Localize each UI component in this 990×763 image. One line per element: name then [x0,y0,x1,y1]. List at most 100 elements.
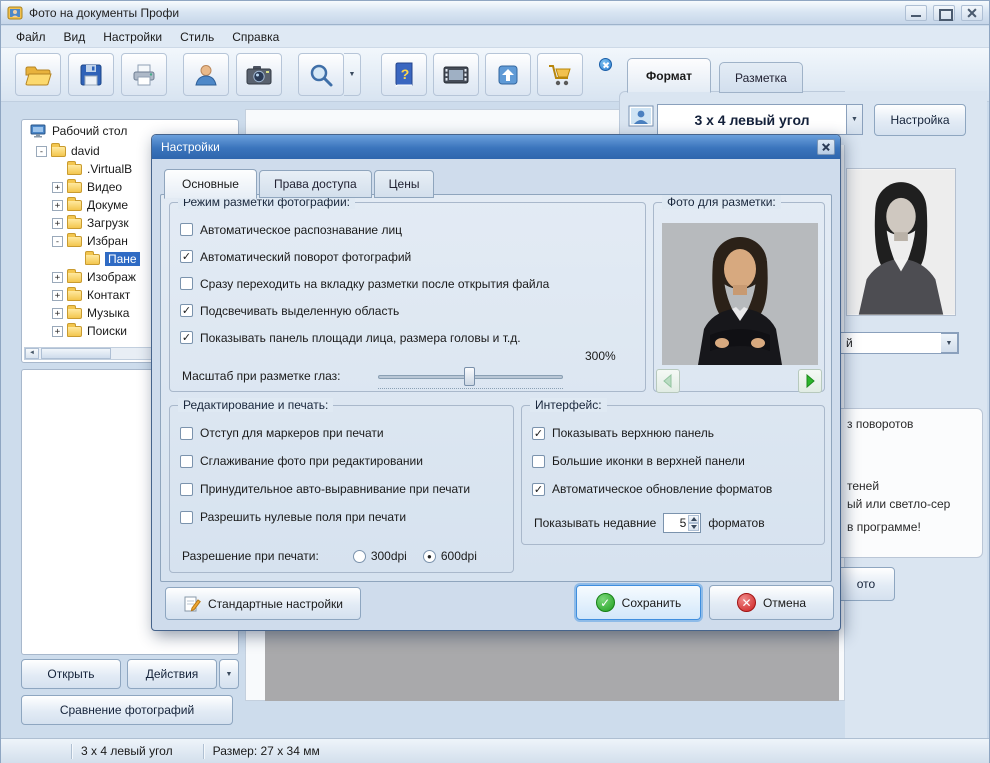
webcam-capture-button[interactable] [183,53,229,96]
window-title: Фото на документы Профи [29,5,180,20]
expander-icon[interactable]: - [36,145,47,157]
tab-general[interactable]: Основные [164,169,257,199]
folder-open-icon [85,250,100,265]
default-settings-button[interactable]: Стандартные настройки [165,587,361,620]
format-select-arrow[interactable]: ▼ [847,104,863,135]
checkbox-goto-markup[interactable]: Сразу переходить на вкладку разметки пос… [180,270,645,297]
tab-format[interactable]: Формат [627,58,712,93]
camera-icon [246,65,272,84]
help-button[interactable]: ? [381,53,427,96]
expander-icon[interactable]: + [52,199,63,211]
prev-photo-button[interactable] [656,369,680,393]
checkbox-auto-align[interactable]: Принудительное авто-выравнивание при печ… [180,475,513,503]
tab-prices[interactable]: Цены [373,170,435,198]
folder-icon [67,160,82,175]
zoom-button[interactable] [298,53,344,96]
checkbox-label: Большие иконки в верхней панели [552,454,745,468]
chevron-down-icon: ▼ [225,670,233,678]
actions-dropdown-button[interactable]: ▼ [219,659,239,689]
save-button[interactable] [68,53,114,96]
notification-badge-icon[interactable] [599,58,612,71]
expander-icon[interactable]: + [52,307,63,319]
stepper-up-icon[interactable] [688,515,700,523]
next-photo-button[interactable] [798,369,822,393]
checkbox-show-top-panel[interactable]: ✓ Показывать верхнюю панель [532,419,824,447]
buy-button[interactable] [537,53,583,96]
cancel-button[interactable]: ✕ Отмена [709,585,834,620]
format-settings-button[interactable]: Настройка [874,104,966,136]
expander-icon[interactable]: + [52,217,63,229]
dialog-close-icon[interactable] [817,139,835,155]
compare-photos-button[interactable]: Сравнение фотографий [21,695,233,725]
format-select[interactable]: 3 х 4 левый угол [657,104,847,135]
sample-portrait [846,168,956,316]
app-window: { "window": { "title": "Фото на документ… [0,0,990,763]
person-icon [195,64,217,85]
actions-button[interactable]: Действия [127,659,217,689]
menu-view[interactable]: Вид [55,27,95,47]
status-separator [202,743,205,759]
tree-item-label: .VirtualB [87,162,133,176]
checkbox-marker-margin[interactable]: Отступ для маркеров при печати [180,419,513,447]
open-file-button[interactable]: Открыть [21,659,121,689]
partial-photo-button[interactable]: ото [837,567,895,601]
close-icon[interactable] [961,4,983,21]
expander-icon[interactable]: + [52,289,63,301]
tab-general-label: Основные [182,177,239,191]
scrollbar-thumb[interactable] [41,348,111,359]
partial-combo[interactable]: й ▼ [839,332,959,354]
stepper-down-icon[interactable] [688,523,700,531]
radio-300dpi-label[interactable]: 300dpi [371,549,407,563]
maximize-icon[interactable] [933,4,955,21]
menu-style[interactable]: Стиль [171,27,223,47]
default-settings-label: Стандартные настройки [208,596,343,611]
scroll-left-icon[interactable]: ◄ [25,348,39,359]
tree-item-label: Докуме [87,198,129,212]
zoom-dropdown-button[interactable]: ▼ [344,53,361,96]
checkbox-auto-update-formats[interactable]: ✓ Автоматическое обновление форматов [532,475,824,503]
checkbox-icon: ✓ [180,304,193,317]
expander-icon[interactable]: + [52,181,63,193]
checkbox-label: Автоматическое обновление форматов [552,482,773,496]
radio-600dpi-label[interactable]: 600dpi [441,549,477,563]
radio-icon[interactable] [352,549,366,563]
video-tutorial-button[interactable] [433,53,479,96]
checkbox-auto-rotate[interactable]: ✓ Автоматический поворот фотографий [180,243,645,270]
save-settings-button[interactable]: ✓ Сохранить [576,585,701,620]
chevron-down-icon: ▼ [945,339,953,347]
camera-button[interactable] [236,53,282,96]
checkbox-face-panel[interactable]: ✓ Показывать панель площади лица, размера… [180,324,645,351]
tab-markup[interactable]: Разметка [719,62,803,93]
checkbox-face-recognition[interactable]: Автоматическое распознавание лиц [180,216,645,243]
expander-icon[interactable]: - [52,235,63,247]
arrow-right-icon [806,373,815,389]
folder-icon [67,232,82,247]
print-button[interactable] [121,53,167,96]
tab-permissions-label: Права доступа [273,177,357,191]
expander-icon[interactable]: + [52,271,63,283]
checkbox-smooth-photo[interactable]: Сглаживание фото при редактировании [180,447,513,475]
film-icon [443,66,469,83]
checkbox-highlight-selection[interactable]: ✓ Подсвечивать выделенную область [180,297,645,324]
format-select-value: 3 х 4 левый угол [694,111,810,128]
checkbox-large-icons[interactable]: Большие иконки в верхней панели [532,447,824,475]
print-resolution-row: Разрешение при печати: 300dpi ● 600dpi [182,549,513,563]
export-button[interactable] [485,53,531,96]
minimize-icon[interactable] [905,4,927,21]
dialog-page: Режим разметки фотографии: Автоматическо… [160,194,832,582]
expander-icon[interactable]: + [52,325,63,337]
recent-formats-row: Показывать недавние 5 форматов [534,513,824,533]
checkbox-label: Автоматическое распознавание лиц [200,222,403,237]
menu-file[interactable]: Файл [7,27,55,47]
eye-zoom-slider-thumb[interactable] [464,367,475,386]
tab-permissions[interactable]: Права доступа [258,170,372,198]
recent-formats-stepper[interactable]: 5 [663,513,702,533]
open-button[interactable] [15,53,61,96]
cross-circle-icon: ✕ [736,593,756,612]
radio-icon[interactable]: ● [422,549,436,563]
checkbox-zero-margins[interactable]: Разрешить нулевые поля при печати [180,503,513,531]
menu-help[interactable]: Справка [223,27,288,47]
partial-combo-arrow[interactable]: ▼ [941,333,958,353]
chevron-down-icon: ▼ [348,71,356,78]
menu-settings[interactable]: Настройки [94,27,171,47]
